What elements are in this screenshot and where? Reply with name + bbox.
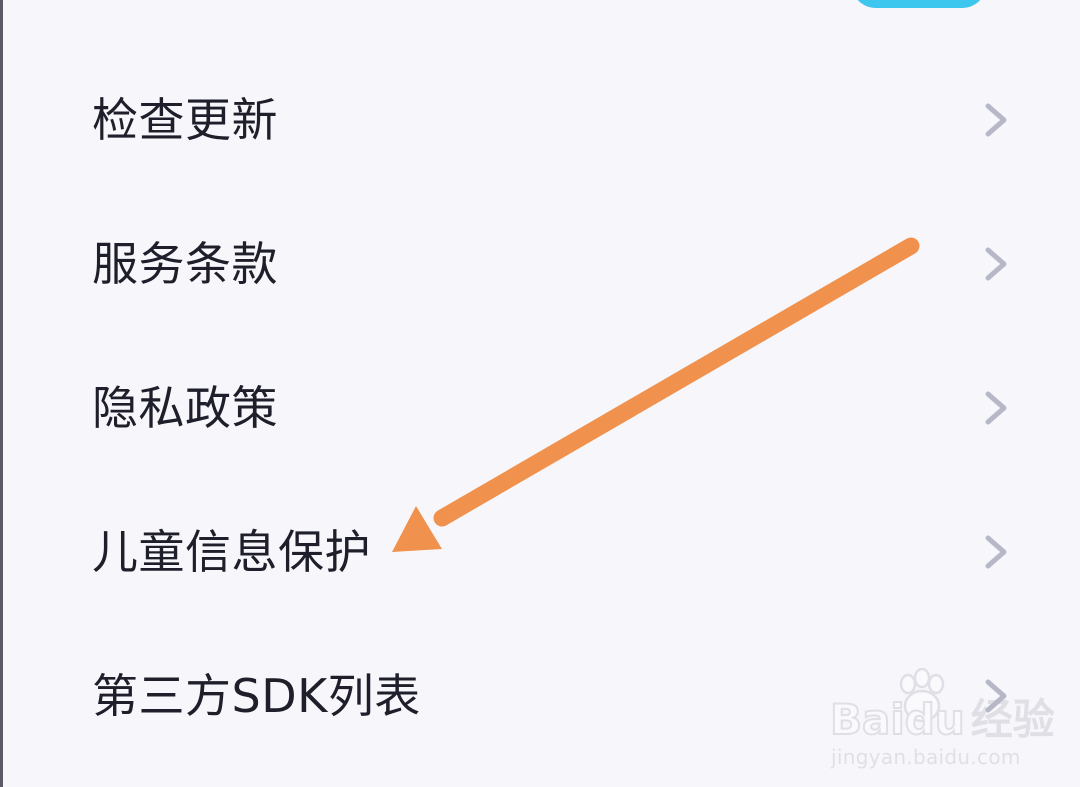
- menu-item-child-info-protection[interactable]: 儿童信息保护: [0, 480, 1080, 624]
- chevron-right-icon: [980, 390, 1010, 426]
- menu-item-privacy-policy[interactable]: 隐私政策: [0, 336, 1080, 480]
- watermark-brand-bai: Bai: [829, 694, 906, 745]
- menu-item-label: 检查更新: [92, 93, 278, 147]
- watermark-url: jingyan.baidu.com: [831, 745, 1021, 769]
- watermark-brand-du: du: [904, 694, 966, 745]
- menu-item-terms-of-service[interactable]: 服务条款: [0, 192, 1080, 336]
- settings-menu-list: 检查更新 服务条款 隐私政策 儿童信息保护 第三方SDK列表: [0, 48, 1080, 768]
- menu-item-label: 儿童信息保护: [92, 525, 371, 579]
- watermark-brand-jingyan: 经验: [970, 695, 1055, 744]
- chevron-right-icon: [980, 246, 1010, 282]
- menu-item-label: 隐私政策: [92, 381, 278, 435]
- top-action-button[interactable]: [851, 0, 987, 8]
- baidu-jingyan-watermark: Bai du 经验 jingyan.baidu.com: [829, 668, 1055, 772]
- chevron-right-icon: [980, 102, 1010, 138]
- menu-item-label: 服务条款: [92, 237, 278, 291]
- chevron-right-icon: [980, 534, 1010, 570]
- menu-item-check-update[interactable]: 检查更新: [0, 48, 1080, 192]
- menu-item-label: 第三方SDK列表: [92, 669, 421, 723]
- watermark-brand: Bai du 经验: [829, 693, 1055, 747]
